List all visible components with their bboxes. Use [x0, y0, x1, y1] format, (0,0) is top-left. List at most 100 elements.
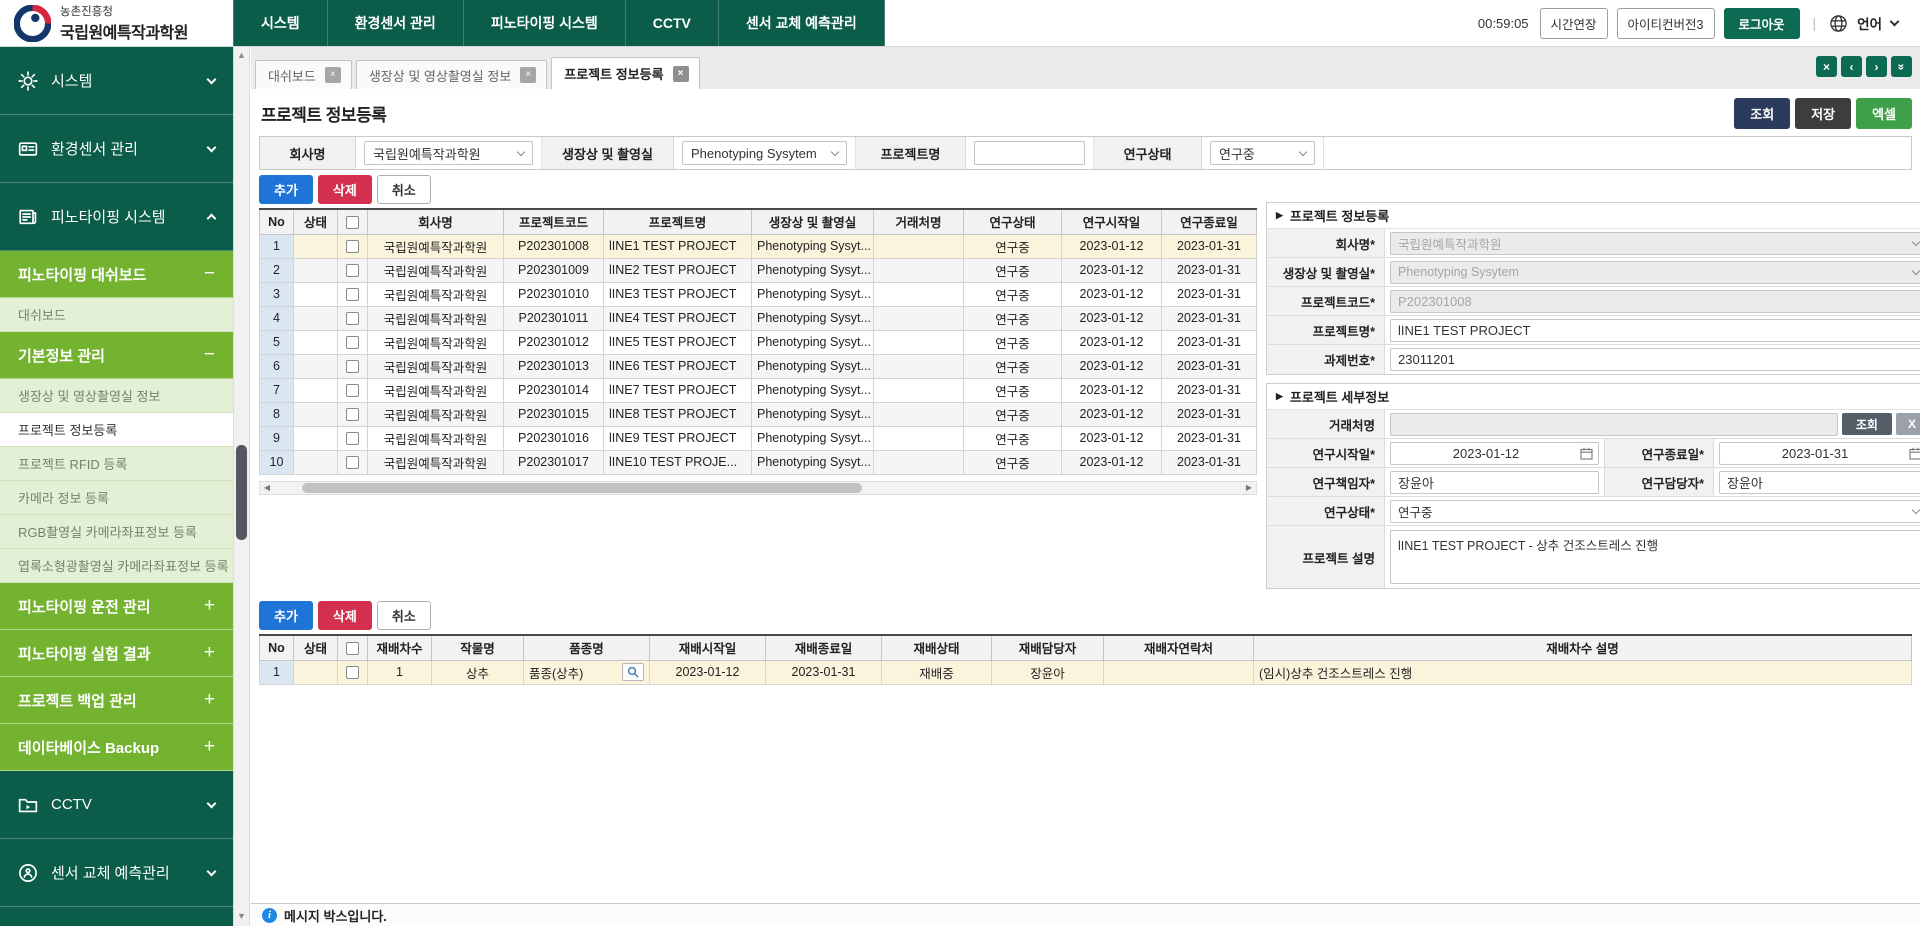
sidebar-item-생장상 및 영상촬영실 정보[interactable]: 생장상 및 영상촬영실 정보 — [0, 379, 233, 413]
form-desc-textarea[interactable]: lINE1 TEST PROJECT - 상추 건조스트레스 진행 — [1390, 530, 1920, 584]
header-checkbox[interactable] — [346, 642, 359, 655]
row-checkbox[interactable] — [346, 312, 359, 325]
table-row[interactable]: 11상추품종(상추)2023-01-122023-01-31재배중장윤아(임시)… — [260, 660, 1912, 684]
client-clear-button[interactable]: X — [1896, 413, 1920, 435]
filter-status-select[interactable]: 연구중 — [1210, 141, 1315, 165]
table-row[interactable]: 5국립원예특작과학원P202301012lINE5 TEST PROJECTPh… — [260, 330, 1257, 354]
next-tab-button[interactable]: › — [1866, 56, 1887, 77]
delete-row-button[interactable]: 삭제 — [318, 601, 372, 630]
table-row[interactable]: 1국립원예특작과학원P202301008lINE1 TEST PROJECTPh… — [260, 234, 1257, 258]
table-row[interactable]: 2국립원예특작과학원P202301009lINE2 TEST PROJECTPh… — [260, 258, 1257, 282]
scroll-down-icon[interactable]: ▼ — [234, 911, 249, 921]
start-date-input[interactable] — [1390, 442, 1599, 465]
extend-time-button[interactable]: 시간연장 — [1540, 8, 1608, 39]
tab-close-icon[interactable]: × — [520, 67, 536, 83]
sidebar-section-피노타이핑 시스템[interactable]: 피노타이핑 시스템 — [0, 183, 233, 251]
add-row-button[interactable]: 추가 — [259, 175, 313, 204]
table-row[interactable]: 8국립원예특작과학원P202301015lINE8 TEST PROJECTPh… — [260, 402, 1257, 426]
close-all-tabs-button[interactable]: × — [1816, 56, 1837, 77]
sidebar-group-기본정보 관리[interactable]: 기본정보 관리− — [0, 332, 233, 379]
header-checkbox[interactable] — [346, 216, 359, 229]
nav-item-환경센서 관리[interactable]: 환경센서 관리 — [328, 0, 464, 46]
calendar-icon[interactable] — [1909, 447, 1920, 460]
form-task-input[interactable] — [1390, 348, 1920, 371]
form-lead-input[interactable] — [1390, 471, 1599, 494]
logout-button[interactable]: 로그아웃 — [1724, 8, 1800, 39]
sidebar-section-센서 교체 예측관리[interactable]: 센서 교체 예측관리 — [0, 839, 233, 907]
row-checkbox[interactable] — [346, 360, 359, 373]
form-manager-input[interactable] — [1719, 471, 1920, 494]
cancel-button[interactable]: 취소 — [377, 601, 431, 630]
sidebar-section-시스템[interactable]: 시스템 — [0, 47, 233, 115]
add-row-button[interactable]: 추가 — [259, 601, 313, 630]
sidebar-item-RGB촬영실 카메라좌표정보 등록[interactable]: RGB촬영실 카메라좌표정보 등록 — [0, 515, 233, 549]
row-checkbox[interactable] — [346, 432, 359, 445]
filter-company-select[interactable]: 국립원예특작과학원 — [364, 141, 533, 165]
tab-대쉬보드[interactable]: 대쉬보드× — [255, 60, 352, 89]
language-chevron-down-icon[interactable] — [1890, 17, 1900, 27]
row-checkbox[interactable] — [346, 384, 359, 397]
tab-생장상 및 영상촬영실 정보[interactable]: 생장상 및 영상촬영실 정보× — [356, 60, 547, 89]
sidebar-section-환경센서 관리[interactable]: 환경센서 관리 — [0, 115, 233, 183]
scroll-up-icon[interactable]: ▲ — [234, 50, 249, 60]
filter-project-input[interactable] — [974, 141, 1085, 165]
scroll-right-icon[interactable]: ▶ — [1242, 482, 1256, 494]
sidebar-item-프로젝트 RFID 등록[interactable]: 프로젝트 RFID 등록 — [0, 447, 233, 481]
language-label[interactable]: 언어 — [1857, 13, 1882, 33]
row-checkbox[interactable] — [346, 264, 359, 277]
tab-close-icon[interactable]: × — [673, 66, 689, 82]
row-checkbox[interactable] — [346, 288, 359, 301]
title-row: 프로젝트 정보등록 조회 저장 엑셀 — [251, 89, 1920, 136]
hscrollbar-thumb[interactable] — [302, 483, 862, 493]
nav-item-CCTV[interactable]: CCTV — [626, 0, 719, 46]
table-row[interactable]: 10국립원예특작과학원P202301017lINE10 TEST PROJE..… — [260, 450, 1257, 474]
row-checkbox[interactable] — [346, 456, 359, 469]
account-button[interactable]: 아이티컨버전3 — [1617, 8, 1715, 39]
delete-row-button[interactable]: 삭제 — [318, 175, 372, 204]
row-checkbox[interactable] — [346, 666, 359, 679]
logo[interactable]: 농촌진흥청 국립원예특작과학원 — [0, 0, 233, 46]
nav-item-피노타이핑 시스템[interactable]: 피노타이핑 시스템 — [464, 0, 626, 46]
tab-list-button[interactable]: » — [1891, 56, 1912, 77]
filter-chamber-select[interactable]: Phenotyping Sysytem — [682, 141, 847, 165]
prev-tab-button[interactable]: ‹ — [1841, 56, 1862, 77]
form-company-select[interactable]: 국립원예특작과학원 — [1390, 232, 1920, 255]
sidebar-group-피노타이핑 운전 관리[interactable]: 피노타이핑 운전 관리+ — [0, 583, 233, 630]
sidebar-group-프로젝트 백업 관리[interactable]: 프로젝트 백업 관리+ — [0, 677, 233, 724]
tab-close-icon[interactable]: × — [325, 67, 341, 83]
sidebar-section-CCTV[interactable]: CCTV — [0, 771, 233, 839]
sidebar-group-피노타이핑 실험 결과[interactable]: 피노타이핑 실험 결과+ — [0, 630, 233, 677]
excel-button[interactable]: 엑셀 — [1856, 98, 1912, 129]
sidebar-item-엽록소형광촬영실 카메라좌표정보 등록[interactable]: 엽록소형광촬영실 카메라좌표정보 등록 — [0, 549, 233, 583]
row-checkbox[interactable] — [346, 336, 359, 349]
scroll-left-icon[interactable]: ◀ — [260, 482, 274, 494]
page-vertical-scrollbar[interactable]: ▲ ▼ — [233, 47, 250, 926]
form-name-input[interactable] — [1390, 319, 1920, 342]
save-button[interactable]: 저장 — [1795, 98, 1851, 129]
sidebar-item-대쉬보드[interactable]: 대쉬보드 — [0, 298, 233, 332]
cancel-button[interactable]: 취소 — [377, 175, 431, 204]
table-row[interactable]: 9국립원예특작과학원P202301016lINE9 TEST PROJECTPh… — [260, 426, 1257, 450]
sidebar-item-프로젝트 정보등록[interactable]: 프로젝트 정보등록 — [0, 413, 233, 447]
search-button[interactable]: 조회 — [1734, 98, 1790, 129]
end-date-input[interactable] — [1719, 442, 1920, 465]
table-row[interactable]: 7국립원예특작과학원P202301014lINE7 TEST PROJECTPh… — [260, 378, 1257, 402]
table-row[interactable]: 3국립원예특작과학원P202301010lINE3 TEST PROJECTPh… — [260, 282, 1257, 306]
table-row[interactable]: 6국립원예특작과학원P202301013lINE6 TEST PROJECTPh… — [260, 354, 1257, 378]
sidebar-group-피노타이핑 대쉬보드[interactable]: 피노타이핑 대쉬보드− — [0, 251, 233, 298]
tab-프로젝트 정보등록[interactable]: 프로젝트 정보등록× — [551, 57, 699, 89]
form-chamber-select[interactable]: Phenotyping Sysytem — [1390, 261, 1920, 284]
project-table-hscrollbar[interactable]: ◀ ▶ — [259, 481, 1257, 495]
scrollbar-thumb[interactable] — [236, 445, 247, 540]
row-checkbox[interactable] — [346, 408, 359, 421]
nav-item-시스템[interactable]: 시스템 — [233, 0, 328, 46]
nav-item-센서 교체 예측관리[interactable]: 센서 교체 예측관리 — [719, 0, 885, 46]
table-row[interactable]: 4국립원예특작과학원P202301011lINE4 TEST PROJECTPh… — [260, 306, 1257, 330]
form-status-select[interactable]: 연구중 — [1390, 500, 1920, 523]
calendar-icon[interactable] — [1580, 447, 1593, 460]
sidebar-group-데이타베이스 Backup[interactable]: 데이타베이스 Backup+ — [0, 724, 233, 771]
variety-search-button[interactable] — [622, 663, 644, 681]
sidebar-item-카메라 정보 등록[interactable]: 카메라 정보 등록 — [0, 481, 233, 515]
client-search-button[interactable]: 조회 — [1842, 413, 1892, 435]
row-checkbox[interactable] — [346, 240, 359, 253]
